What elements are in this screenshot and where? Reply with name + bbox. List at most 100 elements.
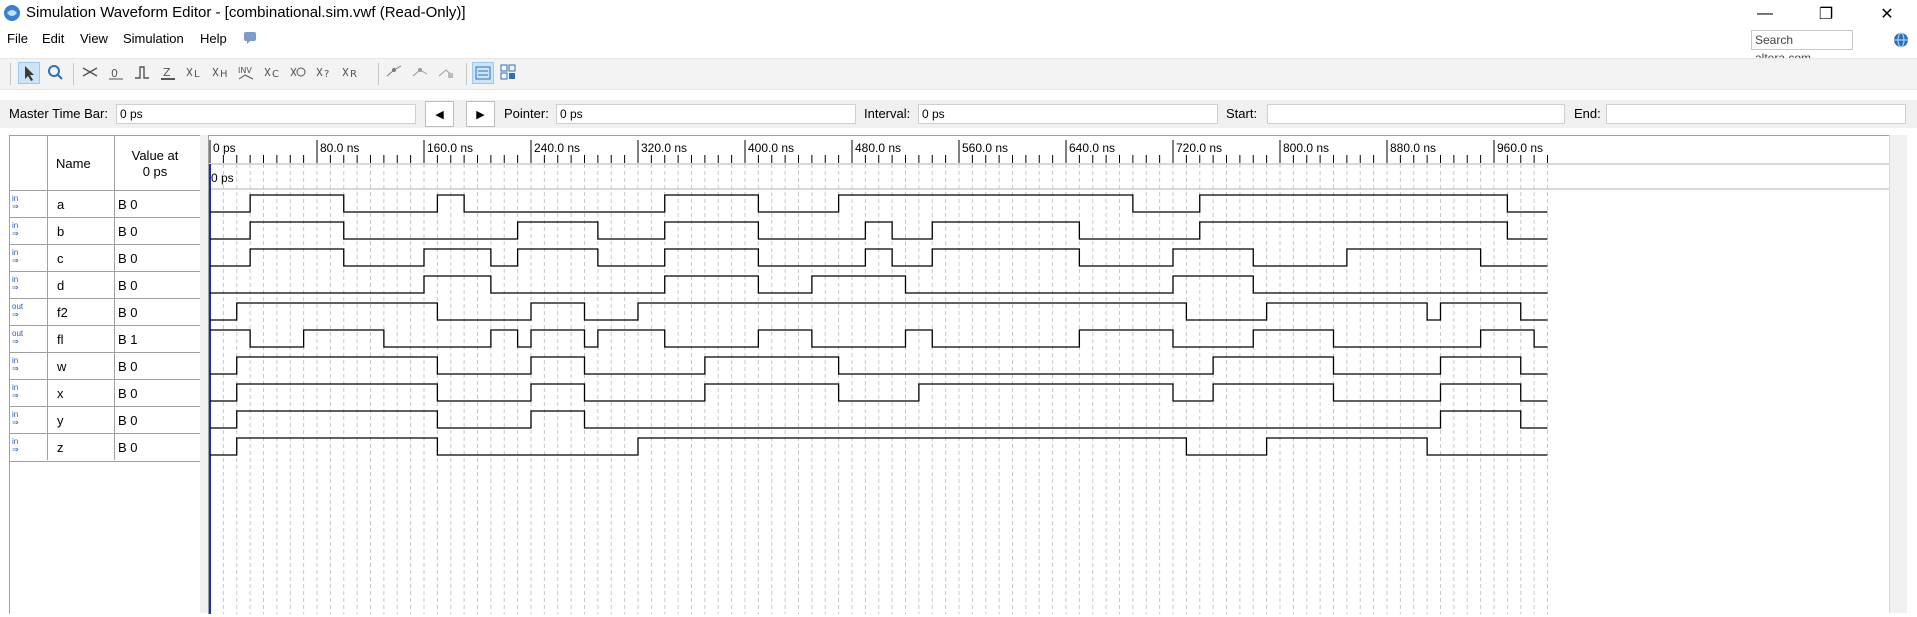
- signal-name: a: [57, 197, 65, 212]
- svg-text:C: C: [272, 69, 279, 80]
- signal-row[interactable]: in ⇒ w B 0: [10, 352, 201, 380]
- signal-row[interactable]: in ⇒ z B 0: [10, 433, 201, 462]
- signal-name: fl: [57, 332, 64, 347]
- signal-row[interactable]: in ⇒ x B 0: [10, 379, 201, 407]
- clock-value-icon[interactable]: [288, 62, 310, 84]
- signal-row[interactable]: in ⇒ c B 0: [10, 244, 201, 272]
- interval-field: 0 ps: [918, 104, 1218, 124]
- time-axis-label: 320.0 ns: [641, 141, 687, 155]
- signal-name: d: [57, 278, 65, 293]
- weak-high-icon[interactable]: H: [210, 62, 232, 84]
- signal-value: B 1: [118, 332, 138, 347]
- menu-edit[interactable]: Edit: [42, 31, 64, 46]
- value-header-line1: Value at: [131, 148, 179, 163]
- weak-low-icon[interactable]: L: [184, 62, 206, 84]
- signal-row[interactable]: out ⇒ fl B 1: [10, 325, 201, 353]
- force-unknown-icon[interactable]: [80, 62, 102, 84]
- menu-view[interactable]: View: [80, 31, 108, 46]
- waveform-w: [210, 356, 1548, 375]
- cursor-time-label: 0 ps: [211, 171, 234, 185]
- start-label: Start:: [1226, 106, 1258, 121]
- globe-icon[interactable]: [1893, 32, 1909, 48]
- waveform-canvas[interactable]: 0 ps 80.0 ns 160.0 ns 240.0 ns 320.0 ns 400.0…: [209, 136, 1889, 614]
- search-input[interactable]: Search altera.com: [1751, 30, 1853, 65]
- master-time-bar-field[interactable]: 0 ps: [116, 104, 416, 124]
- signal-value: B 0: [118, 251, 138, 266]
- signal-row[interactable]: in ⇒ b B 0: [10, 217, 201, 245]
- close-button[interactable]: ✕: [1864, 0, 1910, 28]
- menu-help[interactable]: Help: [200, 31, 227, 46]
- value-header-line2: 0 ps: [142, 164, 168, 179]
- restore-button[interactable]: ❐: [1803, 0, 1849, 28]
- time-axis-label: 720.0 ns: [1176, 141, 1222, 155]
- minimize-button[interactable]: —: [1742, 0, 1788, 28]
- menu-simulation[interactable]: Simulation: [123, 31, 184, 46]
- signal-name: b: [57, 224, 65, 239]
- time-axis-label: 240.0 ns: [534, 141, 580, 155]
- end-field: [1606, 104, 1906, 124]
- snap-to-grid-icon[interactable]: [384, 62, 406, 84]
- signal-value: B 0: [118, 440, 138, 455]
- grid-view-icon[interactable]: [498, 62, 520, 84]
- pointer-tool-icon[interactable]: [18, 62, 40, 84]
- svg-text:Z: Z: [163, 66, 171, 79]
- window-title: Simulation Waveform Editor - [combinatio…: [26, 4, 466, 21]
- zoom-tool-icon[interactable]: [45, 62, 67, 84]
- interval-label: Interval:: [864, 106, 911, 121]
- master-time-bar-label: Master Time Bar:: [9, 106, 108, 121]
- toolbar-separator: [10, 63, 11, 85]
- time-axis-label: 960.0 ns: [1497, 141, 1543, 155]
- signal-value: B 0: [118, 278, 138, 293]
- toolbar-separator: [73, 63, 74, 85]
- time-axis-label: 160.0 ns: [427, 141, 473, 155]
- signal-value: B 0: [118, 305, 138, 320]
- signal-value: B 0: [118, 359, 138, 374]
- svg-text:L: L: [194, 69, 200, 80]
- signal-row[interactable]: in ⇒ d B 0: [10, 271, 201, 299]
- svg-text:R: R: [350, 69, 357, 80]
- input-pin-icon: in ⇒: [12, 383, 19, 400]
- time-axis-label: 0 ps: [213, 141, 236, 155]
- waveform-view-icon[interactable]: [472, 62, 494, 84]
- group-icon[interactable]: [410, 62, 432, 84]
- ungroup-icon[interactable]: [436, 62, 458, 84]
- input-pin-icon: in ⇒: [12, 275, 19, 292]
- svg-text:0: 0: [111, 67, 118, 80]
- value-column-header[interactable]: Value at 0 ps: [115, 148, 195, 180]
- signal-name: x: [57, 386, 64, 401]
- svg-text:H: H: [220, 69, 228, 80]
- signal-row[interactable]: in ⇒ a B 0: [10, 190, 201, 218]
- signal-name: c: [57, 251, 64, 266]
- pointer-label: Pointer:: [504, 106, 549, 121]
- input-pin-icon: in ⇒: [12, 437, 19, 454]
- panel-splitter[interactable]: [200, 135, 208, 613]
- force-low-icon[interactable]: 0: [106, 62, 128, 84]
- arbitrary-value-icon[interactable]: ?: [314, 62, 336, 84]
- menu-file[interactable]: File: [7, 31, 28, 46]
- title-bar: Simulation Waveform Editor - [combinatio…: [0, 0, 1917, 28]
- random-value-icon[interactable]: R: [340, 62, 362, 84]
- name-column-header[interactable]: Name: [56, 156, 91, 171]
- start-field: [1267, 104, 1565, 124]
- signal-list-panel: Name Value at 0 ps in ⇒ a B 0 in ⇒ b B 0 in ⇒ c B…: [9, 135, 201, 614]
- toolbar-separator: [378, 63, 379, 85]
- input-pin-icon: in ⇒: [12, 410, 19, 427]
- time-axis-label: 880.0 ns: [1390, 141, 1436, 155]
- invert-icon[interactable]: INV: [236, 62, 258, 84]
- force-high-icon[interactable]: [132, 62, 154, 84]
- time-axis-label: 640.0 ns: [1069, 141, 1115, 155]
- signal-row[interactable]: out ⇒ f2 B 0: [10, 298, 201, 326]
- time-bar: Master Time Bar: 0 ps ◀ ▶ Pointer: 0 ps …: [0, 100, 1917, 128]
- signal-value: B 0: [118, 197, 138, 212]
- count-value-icon[interactable]: C: [262, 62, 284, 84]
- vertical-scrollbar[interactable]: [1889, 135, 1907, 613]
- menu-bar: File Edit View Simulation Help: [0, 28, 1917, 52]
- waveform-panel[interactable]: 0 ps 80.0 ns 160.0 ns 240.0 ns 320.0 ns 400.0…: [208, 135, 1889, 614]
- high-impedance-icon[interactable]: Z: [158, 62, 180, 84]
- input-pin-icon: in ⇒: [12, 248, 19, 265]
- previous-transition-button[interactable]: ◀: [425, 101, 454, 127]
- signal-name: w: [57, 359, 67, 374]
- next-transition-button[interactable]: ▶: [466, 101, 495, 127]
- signal-row[interactable]: in ⇒ y B 0: [10, 406, 201, 434]
- help-icon[interactable]: [243, 31, 257, 45]
